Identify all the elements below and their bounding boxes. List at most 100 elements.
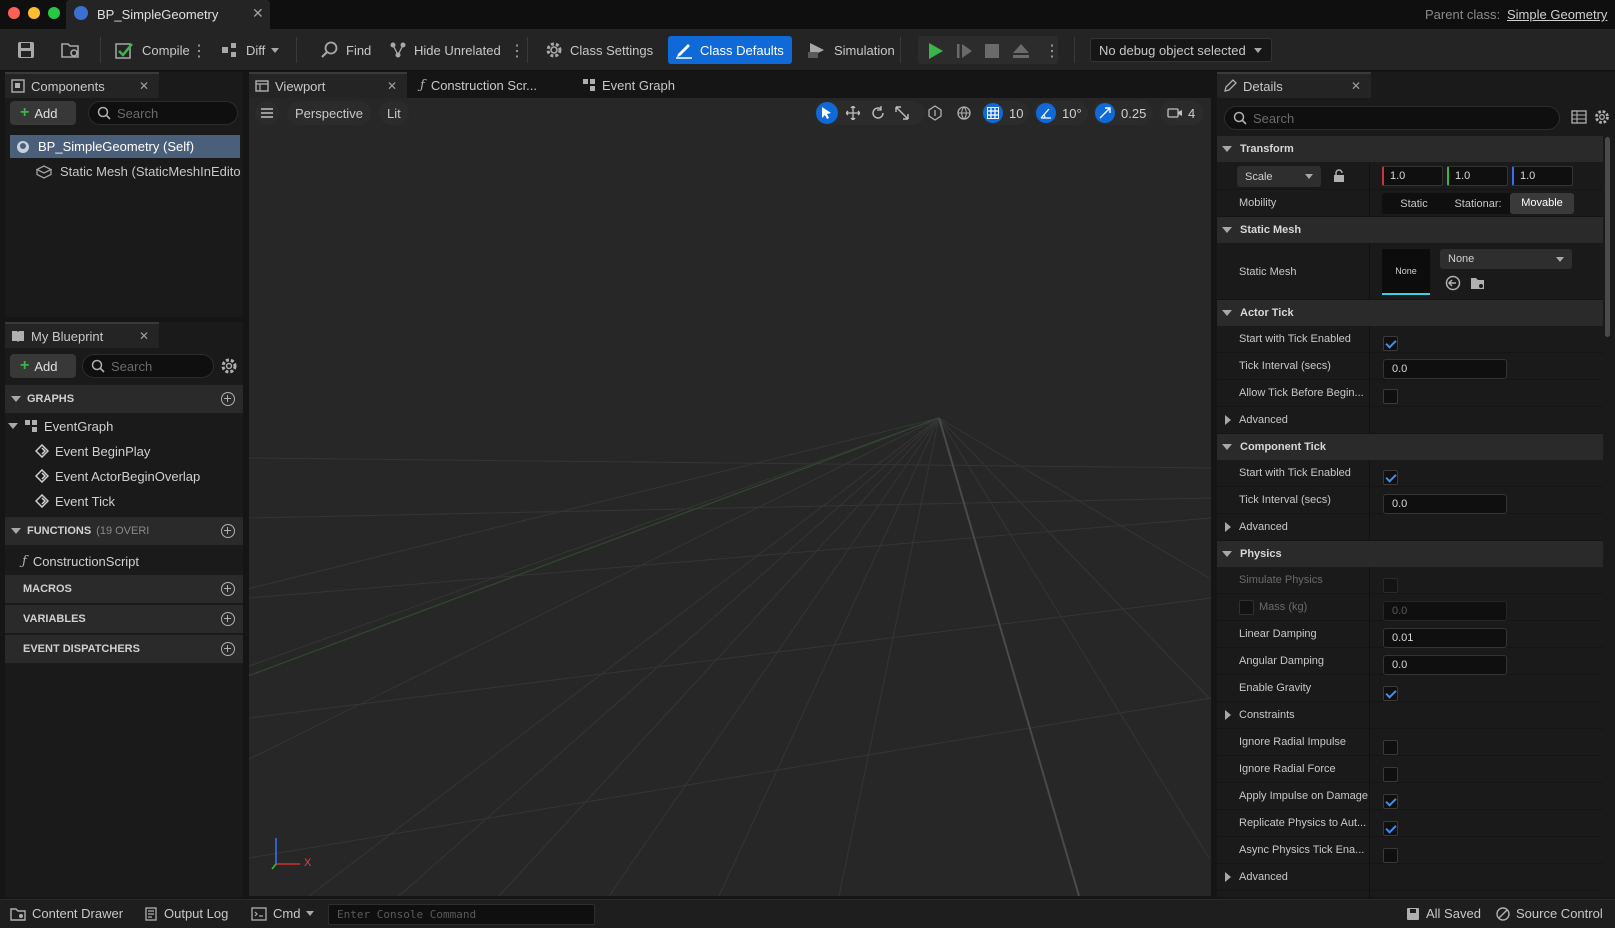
- step-icon[interactable]: [955, 42, 973, 60]
- scale-icon[interactable]: [895, 106, 909, 120]
- unlock-icon[interactable]: [1332, 169, 1346, 183]
- scale-snap-toggle[interactable]: 0.25: [1093, 101, 1153, 125]
- event-item[interactable]: Event ActorBeginOverlap: [35, 465, 200, 487]
- add-dispatcher-icon[interactable]: [221, 642, 235, 656]
- minimize-window-button[interactable]: [28, 7, 40, 19]
- eject-icon[interactable]: [1012, 42, 1030, 60]
- browse-button[interactable]: [56, 37, 86, 63]
- event-graph-item[interactable]: EventGraph: [8, 415, 113, 437]
- macros-section[interactable]: MACROS: [5, 575, 243, 603]
- class-settings-button[interactable]: Class Settings: [540, 37, 657, 63]
- event-item[interactable]: Event Tick: [35, 490, 115, 512]
- replicate-physics-checkbox[interactable]: [1383, 821, 1398, 836]
- event-item[interactable]: Event BeginPlay: [35, 440, 150, 462]
- add-graph-icon[interactable]: [221, 392, 235, 406]
- physics-advanced-row[interactable]: Advanced: [1217, 864, 1603, 891]
- my-blueprint-search-input[interactable]: Search: [82, 354, 214, 378]
- allow-tick-checkbox[interactable]: [1383, 389, 1398, 404]
- close-panel-icon[interactable]: ✕: [139, 329, 149, 343]
- table-view-icon[interactable]: [1571, 109, 1587, 125]
- my-blueprint-tab[interactable]: My Blueprint ✕: [5, 322, 159, 348]
- transform-section[interactable]: Transform: [1217, 136, 1603, 162]
- perspective-button[interactable]: Perspective: [287, 101, 371, 125]
- cmd-dropdown[interactable]: Cmd: [251, 906, 315, 921]
- close-panel-icon[interactable]: ✕: [139, 79, 149, 93]
- actor-tick-advanced-row[interactable]: Advanced: [1217, 407, 1603, 434]
- add-variable-icon[interactable]: [221, 612, 235, 626]
- rotation-snap-toggle[interactable]: 10°: [1034, 101, 1088, 125]
- close-window-button[interactable]: [8, 7, 20, 19]
- component-tick-section[interactable]: Component Tick: [1217, 434, 1603, 460]
- compile-options-icon[interactable]: ⋮: [191, 41, 207, 61]
- surface-snap-icon[interactable]: [926, 104, 944, 122]
- construction-script-item[interactable]: ƒ ConstructionScript: [22, 550, 139, 572]
- ignore-radial-impulse-checkbox[interactable]: [1383, 740, 1398, 755]
- add-component-button[interactable]: + Add: [10, 101, 76, 125]
- component-tick-interval-field[interactable]: 0.0: [1383, 494, 1507, 514]
- stop-icon[interactable]: [984, 43, 1000, 59]
- source-control-button[interactable]: Source Control: [1496, 906, 1603, 921]
- constraints-row[interactable]: Constraints: [1217, 702, 1603, 729]
- async-physics-checkbox[interactable]: [1383, 848, 1398, 863]
- mass-override-checkbox[interactable]: [1239, 600, 1254, 615]
- play-options-icon[interactable]: ⋮: [1044, 41, 1060, 61]
- close-panel-icon[interactable]: ✕: [1351, 79, 1361, 93]
- world-local-icon[interactable]: [955, 104, 973, 122]
- close-tab-icon[interactable]: ✕: [252, 5, 264, 22]
- simulation-button[interactable]: Simulation: [802, 37, 899, 63]
- scale-x-field[interactable]: 1.0: [1382, 166, 1443, 186]
- content-drawer-button[interactable]: Content Drawer: [10, 906, 123, 921]
- output-log-button[interactable]: Output Log: [144, 906, 228, 921]
- enable-gravity-checkbox[interactable]: [1383, 686, 1398, 701]
- angular-damping-field[interactable]: 0.0: [1383, 655, 1507, 675]
- use-selected-icon[interactable]: [1445, 275, 1461, 291]
- components-search-input[interactable]: Search: [88, 101, 238, 125]
- find-button[interactable]: Find: [316, 37, 375, 63]
- save-button[interactable]: [12, 37, 40, 63]
- camera-speed-button[interactable]: 4: [1160, 101, 1204, 125]
- add-function-icon[interactable]: [221, 524, 235, 538]
- static-mesh-section[interactable]: Static Mesh: [1217, 217, 1603, 243]
- actor-start-tick-checkbox[interactable]: [1383, 336, 1398, 351]
- hide-unrelated-button[interactable]: Hide Unrelated: [384, 37, 505, 63]
- mobility-stationary[interactable]: Stationar:: [1446, 198, 1510, 210]
- add-macro-icon[interactable]: [221, 582, 235, 596]
- details-scrollbar[interactable]: [1605, 137, 1610, 337]
- scale-dropdown[interactable]: Scale: [1237, 166, 1321, 187]
- viewport-canvas[interactable]: [249, 98, 1211, 896]
- grid-snap-toggle[interactable]: 10: [981, 101, 1029, 125]
- class-defaults-button[interactable]: Class Defaults: [668, 36, 792, 64]
- scale-y-field[interactable]: 1.0: [1447, 166, 1508, 186]
- translate-icon[interactable]: [846, 106, 860, 120]
- diff-button[interactable]: Diff: [216, 37, 283, 63]
- lit-button[interactable]: Lit: [379, 101, 409, 125]
- graphs-section[interactable]: GRAPHS: [5, 385, 243, 413]
- mass-field[interactable]: 0.0: [1383, 601, 1507, 621]
- debug-object-selector[interactable]: No debug object selected: [1090, 38, 1272, 62]
- close-tab-icon[interactable]: ✕: [387, 79, 397, 93]
- rotate-icon[interactable]: [871, 106, 885, 120]
- scale-z-field[interactable]: 1.0: [1512, 166, 1573, 186]
- parent-class-link[interactable]: Simple Geometry: [1507, 7, 1607, 22]
- tab-construction-script[interactable]: ƒ Construction Scr...: [420, 72, 560, 98]
- hide-unrelated-options-icon[interactable]: ⋮: [509, 41, 525, 61]
- document-tab[interactable]: BP_SimpleGeometry ✕: [66, 0, 270, 29]
- linear-damping-field[interactable]: 0.01: [1383, 628, 1507, 648]
- component-tick-advanced-row[interactable]: Advanced: [1217, 514, 1603, 541]
- settings-gear-icon[interactable]: [220, 357, 238, 375]
- mobility-movable[interactable]: Movable: [1510, 193, 1574, 214]
- play-icon[interactable]: [926, 42, 944, 60]
- details-tab[interactable]: Details ✕: [1217, 72, 1371, 98]
- components-tab[interactable]: Components ✕: [5, 72, 159, 98]
- simulate-physics-checkbox[interactable]: [1383, 578, 1398, 593]
- mesh-thumbnail[interactable]: None: [1382, 249, 1430, 295]
- browse-asset-icon[interactable]: [1470, 275, 1486, 291]
- console-command-input[interactable]: Enter Console Command: [328, 904, 595, 925]
- ignore-radial-force-checkbox[interactable]: [1383, 767, 1398, 782]
- physics-section[interactable]: Physics: [1217, 541, 1603, 567]
- variables-section[interactable]: VARIABLES: [5, 605, 243, 633]
- zoom-window-button[interactable]: [48, 7, 60, 19]
- component-start-tick-checkbox[interactable]: [1383, 470, 1398, 485]
- viewport-menu-button[interactable]: [255, 101, 279, 125]
- details-search-input[interactable]: Search: [1224, 106, 1560, 130]
